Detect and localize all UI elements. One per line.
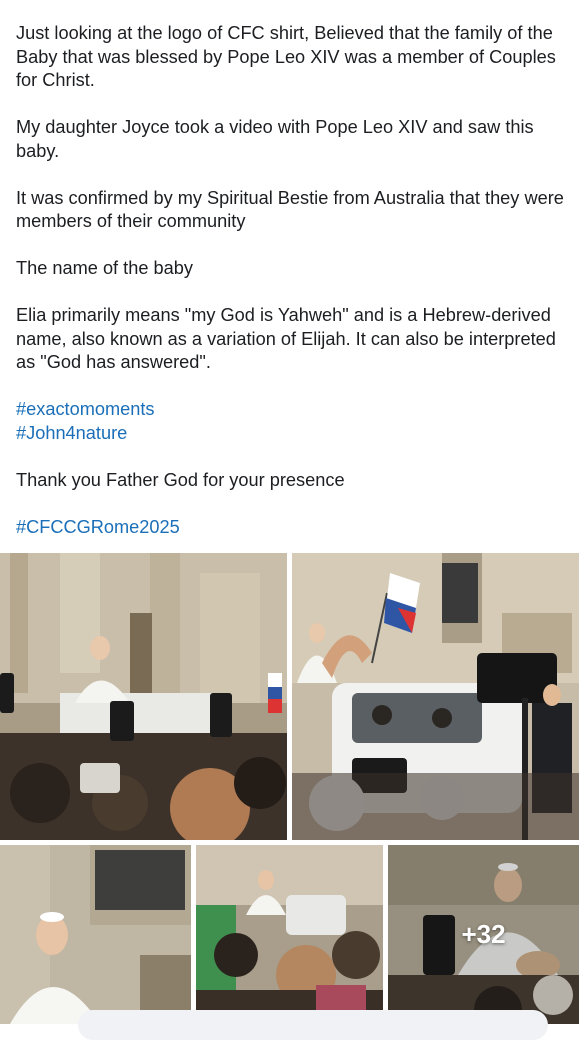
hashtag-group: #exactomoments #John4nature (16, 398, 568, 445)
gallery-photo-2[interactable] (292, 553, 579, 840)
photo-1-image (0, 553, 287, 840)
photo-2-image (292, 553, 579, 840)
final-hashtag-wrap: #CFCCGRome2025 (16, 516, 568, 540)
post-closing: Thank you Father God for your presence (16, 469, 345, 490)
post-paragraph: My daughter Joyce took a video with Pope… (16, 117, 534, 161)
gallery-photo-3[interactable] (0, 845, 191, 1024)
gallery-photo-4[interactable] (196, 845, 383, 1024)
photo-gallery: +32 (0, 553, 579, 1024)
hashtag-link-cfccgrome2025[interactable]: #CFCCGRome2025 (16, 516, 568, 540)
more-photos-overlay[interactable]: +32 (388, 845, 579, 1024)
comment-input-bar[interactable] (78, 1010, 548, 1040)
hashtag-link-john4nature[interactable]: #John4nature (16, 422, 568, 446)
post-paragraph: Just looking at the logo of CFC shirt, B… (16, 23, 556, 90)
post-body: Just looking at the logo of CFC shirt, B… (16, 22, 568, 563)
photo-3-image (0, 845, 191, 1024)
gallery-photo-5[interactable]: +32 (388, 845, 579, 1024)
gallery-photo-1[interactable] (0, 553, 287, 840)
post-paragraph: It was confirmed by my Spiritual Bestie … (16, 187, 564, 232)
hashtag-link-exactomoments[interactable]: #exactomoments (16, 398, 568, 422)
photo-4-image (196, 845, 383, 1024)
more-photos-count: +32 (461, 919, 506, 949)
post-paragraph: The name of the baby (16, 258, 193, 278)
post-paragraph: Elia primarily means "my God is Yahweh" … (16, 305, 556, 372)
